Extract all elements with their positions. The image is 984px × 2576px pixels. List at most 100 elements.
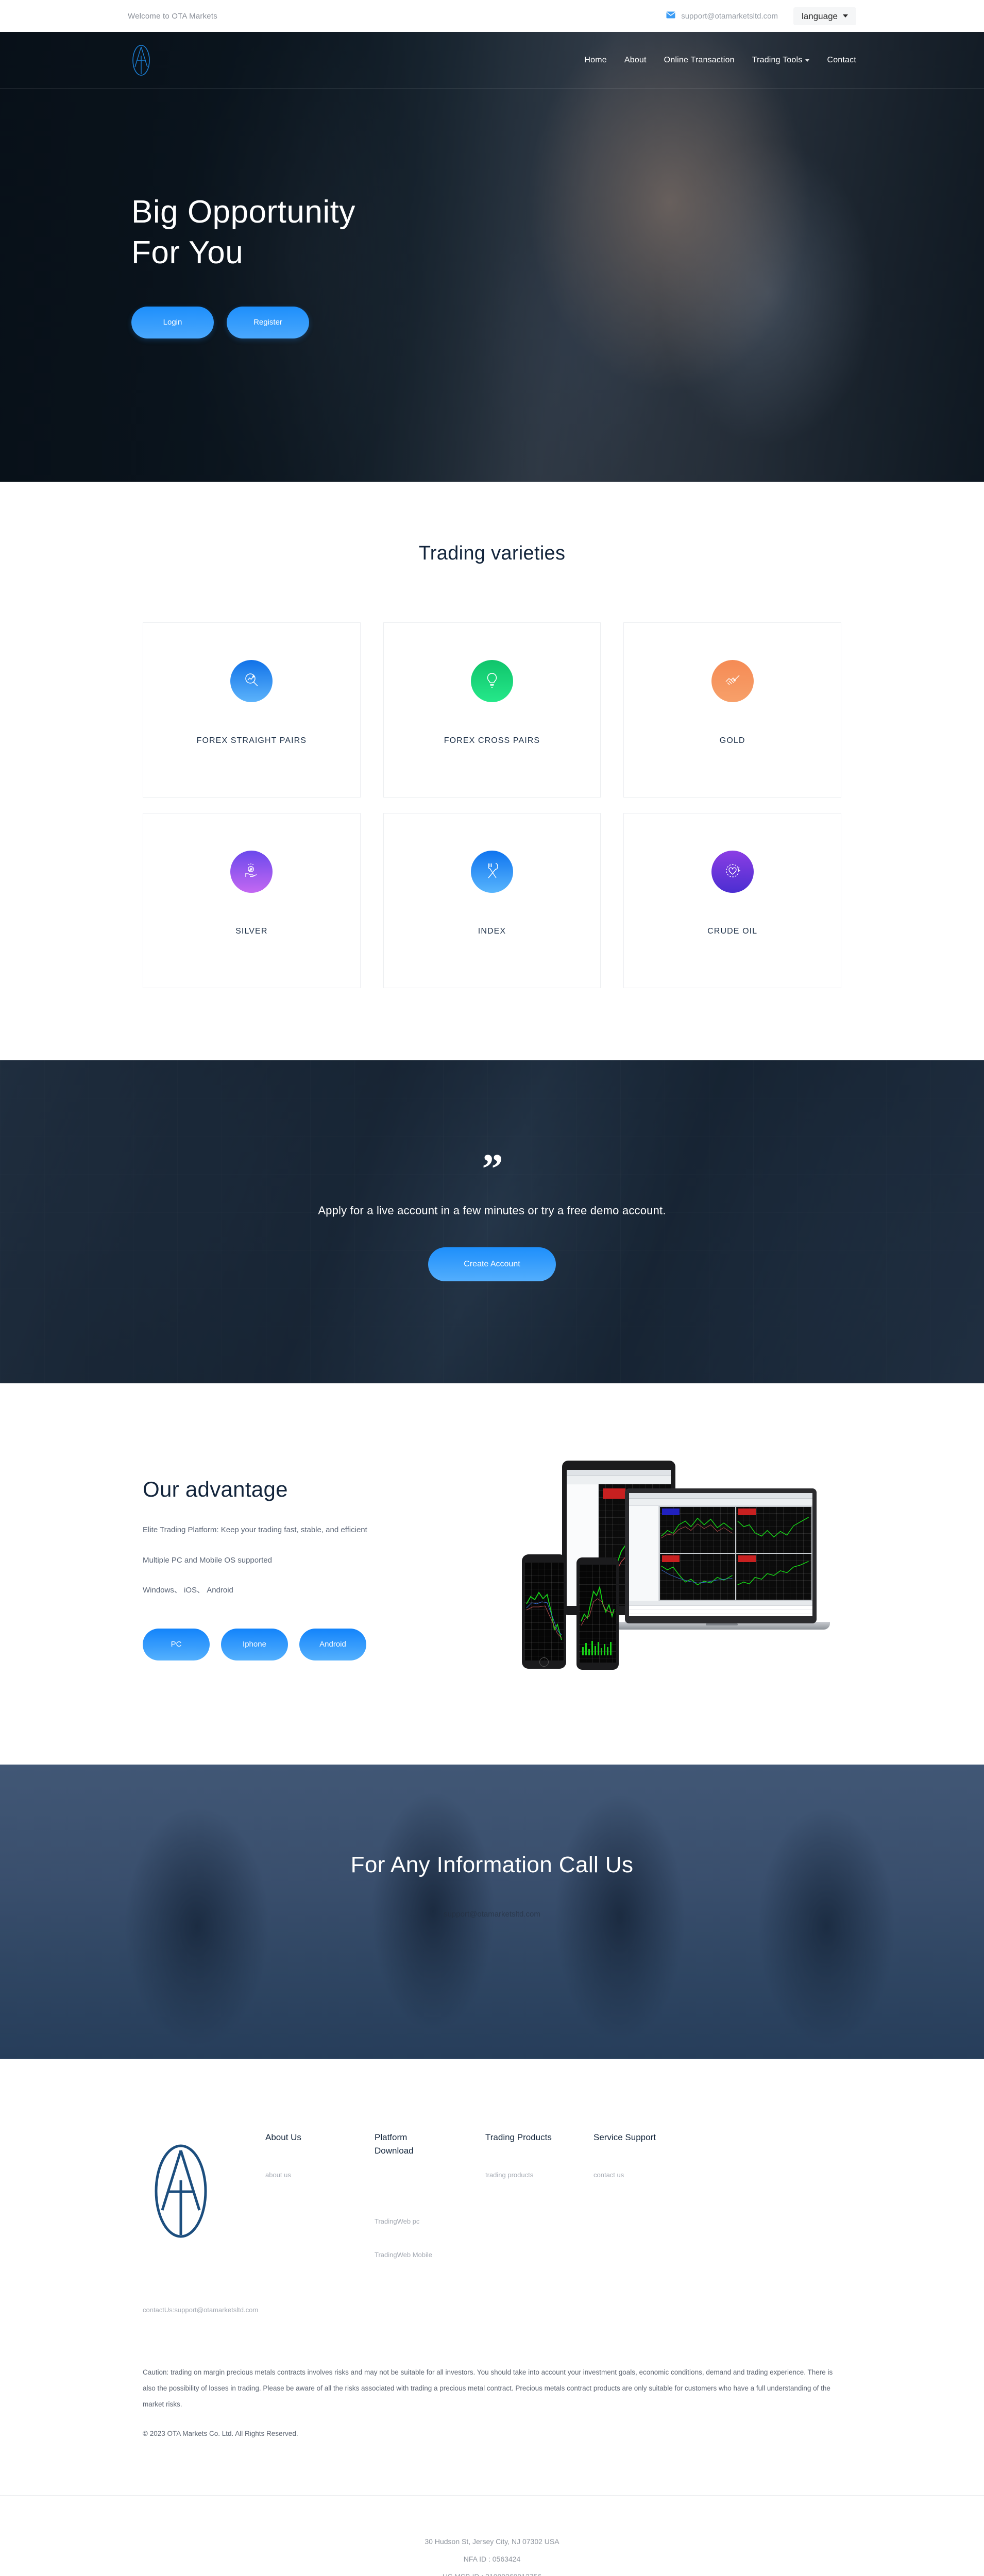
heart-pulse-icon [724, 862, 741, 882]
footer-column-service-support: Service Support contact us [593, 2131, 707, 2205]
mail-icon [666, 11, 675, 21]
footer-bottom-bar: 30 Hudson St, Jersey City, NJ 07302 USA … [0, 2496, 984, 2576]
footer: About Us about us Platform Download Trad… [0, 2059, 984, 2576]
footer-link-tradingweb-pc[interactable]: TradingWeb pc [375, 2217, 485, 2225]
laptop-screen [629, 1493, 812, 1616]
variety-card-gold[interactable]: GOLD [623, 622, 841, 798]
ota-logo-icon[interactable] [128, 44, 155, 76]
contact-banner-email: support@otamarketsltd.com [444, 1910, 540, 1919]
handshake-icon [724, 671, 741, 691]
chevron-down-icon [843, 14, 848, 18]
footer-link-tradingweb-mobile[interactable]: TradingWeb Mobile [375, 2251, 485, 2259]
chevron-down-icon [805, 59, 810, 62]
footer-column-about-us: About Us about us [265, 2131, 375, 2205]
trading-varieties-section: Trading varieties FOREX STRAIGHT PAIRS F… [0, 482, 984, 1060]
iphone-screen [524, 1563, 564, 1660]
footer-contact-line: contactUs:support@otamarketsltd.com [143, 2306, 259, 2314]
advantage-title: Our advantage [143, 1477, 288, 1501]
footer-copyright: © 2023 OTA Markets Co. Ltd. All Rights R… [143, 2429, 298, 2437]
footer-caution-text: Caution: trading on margin precious meta… [143, 2368, 833, 2408]
android-screen [579, 1565, 616, 1663]
advantage-section: Our advantage Elite Trading Platform: Ke… [0, 1383, 984, 1765]
footer-link-about-us[interactable]: about us [265, 2171, 375, 2179]
footer-column-title: Platform Download [375, 2132, 414, 2156]
footer-wrapper: About Us about us Platform Download Trad… [131, 2131, 853, 2495]
footer-column-platform-download: Platform Download TradingWeb pc TradingW… [375, 2131, 485, 2284]
hero-buttons: Login Register [131, 306, 984, 338]
trading-platform-devices-image [513, 1461, 832, 1677]
advantage-line-3: Windows、 iOS、 Android [143, 1586, 233, 1595]
variety-icon-wrapper [470, 660, 513, 702]
advantage-line-2: Multiple PC and Mobile OS supported [143, 1555, 272, 1565]
welcome-text: Welcome to OTA Markets [128, 11, 217, 21]
variety-card-silver[interactable]: SILVER [143, 813, 361, 988]
language-selector[interactable]: language [793, 7, 856, 25]
hero-title: Big Opportunity For You [131, 192, 451, 274]
variety-card-label: INDEX [478, 927, 506, 936]
footer-column-trading-products: Trading Products trading products [485, 2131, 593, 2205]
topbar-right-group: support@otamarketsltd.com language [666, 7, 856, 25]
create-account-button[interactable]: Create Account [428, 1247, 556, 1282]
variety-card-crude-oil[interactable]: CRUDE OIL [623, 813, 841, 988]
variety-card-label: FOREX STRAIGHT PAIRS [196, 736, 307, 745]
nav-item-home-label: Home [584, 55, 607, 64]
footer-column-links: contact us [593, 2171, 707, 2179]
nav-links: Home About Online Transaction Trading To… [584, 56, 856, 65]
iphone-device [522, 1554, 566, 1669]
company-address: 30 Hudson St, Jersey City, NJ 07302 USA [425, 2537, 559, 2546]
nav-item-online-transaction[interactable]: Online Transaction [664, 56, 735, 65]
advantage-text-column: Our advantage Elite Trading Platform: Ke… [131, 1461, 502, 1660]
advantage-line-1: Elite Trading Platform: Keep your tradin… [143, 1526, 367, 1534]
nav-item-about-label: About [624, 55, 647, 64]
nav-item-about[interactable]: About [624, 56, 647, 65]
login-button[interactable]: Login [131, 306, 214, 338]
fork-knife-icon [484, 862, 500, 882]
nav-item-contact[interactable]: Contact [827, 56, 856, 65]
footer-column-links: trading products [485, 2171, 593, 2179]
variety-card-label: GOLD [719, 736, 745, 745]
variety-icon-wrapper [711, 660, 754, 702]
variety-card-forex-straight-pairs[interactable]: FOREX STRAIGHT PAIRS [143, 622, 361, 798]
footer-columns: About Us about us Platform Download Trad… [143, 2131, 841, 2284]
variety-card-index[interactable]: INDEX [383, 813, 601, 988]
variety-card-label: SILVER [235, 927, 268, 936]
footer-column-title: Service Support [593, 2132, 656, 2142]
main-navbar: Home About Online Transaction Trading To… [0, 32, 984, 89]
download-android-button[interactable]: Android [299, 1628, 366, 1660]
cta-banner-section: ” Apply for a live account in a few minu… [0, 1060, 984, 1383]
nav-item-home[interactable]: Home [584, 56, 606, 65]
variety-card-label: FOREX CROSS PAIRS [444, 736, 540, 745]
contact-banner-section: For Any Information Call Us support@otam… [0, 1765, 984, 2059]
cta-text: Apply for a live account in a few minute… [318, 1204, 666, 1217]
footer-link-trading-products[interactable]: trading products [485, 2171, 593, 2179]
nav-item-contact-label: Contact [827, 55, 856, 64]
variety-icon-wrapper [711, 851, 754, 893]
support-email-text: support@otamarketsltd.com [681, 11, 778, 21]
download-pc-button[interactable]: PC [143, 1628, 210, 1660]
footer-link-contact-us[interactable]: contact us [593, 2171, 707, 2179]
nav-item-trading-tools-label: Trading Tools [752, 55, 803, 64]
cta-content: ” Apply for a live account in a few minu… [0, 1060, 984, 1282]
footer-column-title: About Us [265, 2132, 301, 2142]
contact-banner-content: For Any Information Call Us support@otam… [0, 1765, 984, 1919]
advantage-image-column [502, 1461, 853, 1677]
variety-icon-wrapper [230, 660, 273, 702]
footer-column-links: TradingWeb pc TradingWeb Mobile [375, 2185, 485, 2259]
nav-item-trading-tools[interactable]: Trading Tools [752, 56, 810, 65]
quote-icon: ” [482, 1145, 503, 1192]
footer-column-title: Trading Products [485, 2132, 552, 2142]
hero-title-line1: Big Opportunity [131, 194, 355, 230]
variety-card-forex-cross-pairs[interactable]: FOREX CROSS PAIRS [383, 622, 601, 798]
advantage-wrapper: Our advantage Elite Trading Platform: Ke… [131, 1461, 853, 1677]
support-email[interactable]: support@otamarketsltd.com [666, 11, 778, 21]
hero-content: Big Opportunity For You Login Register [0, 89, 984, 338]
top-utility-bar: Welcome to OTA Markets support@otamarket… [0, 0, 984, 32]
landing-page: Welcome to OTA Markets support@otamarket… [0, 0, 984, 2576]
download-iphone-button[interactable]: Iphone [221, 1628, 288, 1660]
footer-logo [143, 2131, 265, 2238]
register-button[interactable]: Register [227, 306, 309, 338]
language-selector-label: language [802, 11, 838, 21]
nav-item-online-transaction-label: Online Transaction [664, 55, 735, 64]
nfa-id: NFA ID : 0563424 [463, 2555, 521, 2564]
contact-banner-title: For Any Information Call Us [350, 1852, 634, 1877]
